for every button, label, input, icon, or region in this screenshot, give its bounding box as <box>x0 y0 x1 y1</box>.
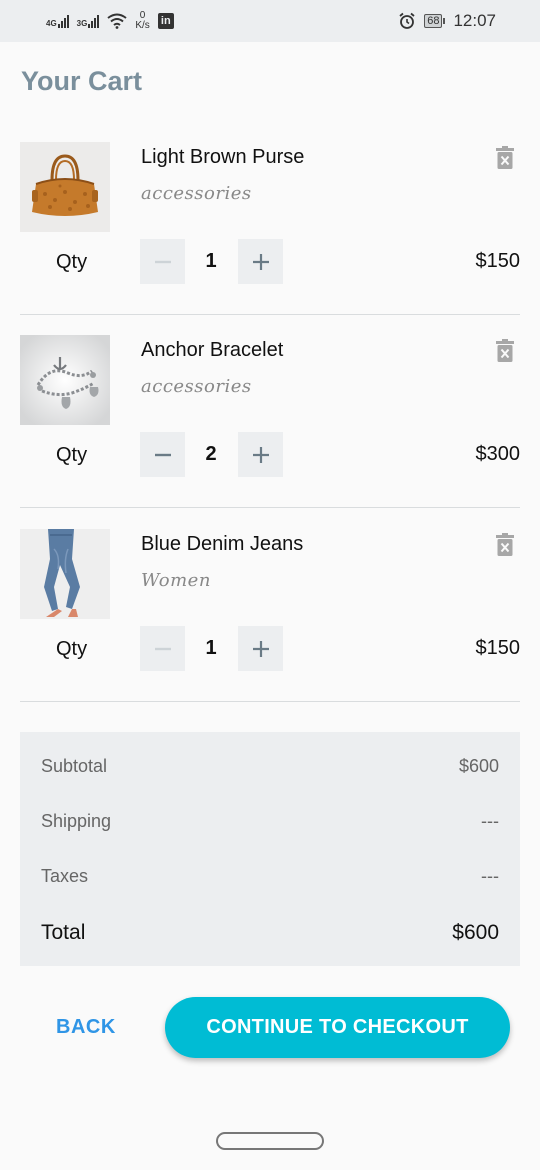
product-name[interactable]: Light Brown Purse <box>141 146 304 169</box>
divider <box>20 507 520 508</box>
shipping-value: --- <box>481 811 499 831</box>
speed-unit: K/s <box>135 20 150 31</box>
order-summary: Subtotal $600 Shipping --- Taxes --- Tot… <box>20 732 520 966</box>
linkedin-text: in <box>160 15 171 27</box>
shipping-label: Shipping <box>41 811 112 831</box>
qty-label: Qty <box>56 638 88 660</box>
alarm-icon <box>399 12 415 29</box>
subtotal-row: Subtotal $600 <box>41 756 499 777</box>
continue-to-checkout-button[interactable]: CONTINUE TO CHECKOUT <box>165 997 510 1058</box>
cart-item: Anchor Bracelet accessories Qty 2 $300 <box>20 335 520 529</box>
network-speed: 0 K/s <box>135 11 149 31</box>
product-category: accessories <box>141 376 252 397</box>
minus-icon <box>154 453 171 456</box>
subtotal-label: Subtotal <box>41 756 108 776</box>
taxes-row: Taxes --- <box>41 866 499 887</box>
increase-quantity-button[interactable] <box>238 432 283 477</box>
total-row: Total $600 <box>41 921 499 945</box>
taxes-value: --- <box>481 866 499 886</box>
network-type-1: 4G <box>46 19 57 28</box>
trash-icon[interactable] <box>496 533 514 557</box>
battery-level: 68 <box>424 14 443 28</box>
divider <box>20 701 520 702</box>
decrease-quantity-button[interactable] <box>140 626 185 671</box>
home-gesture-bar[interactable] <box>216 1132 324 1150</box>
item-price: $300 <box>475 443 521 465</box>
back-button[interactable]: BACK <box>56 1016 116 1039</box>
signal-3g-icon: 3G <box>77 14 100 28</box>
plus-icon <box>252 446 269 463</box>
product-category: accessories <box>141 183 252 204</box>
product-image-bracelet[interactable] <box>20 335 110 425</box>
minus-icon <box>154 647 171 650</box>
trash-icon[interactable] <box>496 146 514 170</box>
minus-icon <box>154 260 171 263</box>
quantity-value: 1 <box>205 637 217 659</box>
item-price: $150 <box>475 637 521 659</box>
page-title: Your Cart <box>21 66 143 96</box>
product-image-jeans[interactable] <box>20 529 110 619</box>
wifi-icon <box>107 13 127 29</box>
qty-label: Qty <box>56 251 88 273</box>
cart-item: Light Brown Purse accessories Qty 1 $150 <box>20 142 520 336</box>
total-label: Total <box>41 921 86 944</box>
total-value: $600 <box>452 921 499 944</box>
quantity-value: 1 <box>205 250 217 272</box>
taxes-label: Taxes <box>41 866 89 886</box>
navigation-bar <box>0 1112 540 1170</box>
linkedin-icon: in <box>157 13 174 29</box>
quantity-value: 2 <box>205 443 217 465</box>
product-category: Women <box>141 570 211 591</box>
decrease-quantity-button[interactable] <box>140 432 185 477</box>
trash-icon[interactable] <box>496 339 514 363</box>
product-image-purse[interactable] <box>20 142 110 232</box>
signal-4g-icon: 4G <box>46 14 69 28</box>
battery-icon: 68 <box>424 14 446 28</box>
product-name[interactable]: Blue Denim Jeans <box>141 533 303 556</box>
plus-icon <box>252 640 269 657</box>
network-type-2: 3G <box>76 19 88 28</box>
status-bar: 4G 3G 0 K/s in 68 12:07 <box>0 0 540 42</box>
status-left: 4G 3G 0 K/s in <box>46 11 174 31</box>
subtotal-value: $600 <box>458 756 499 776</box>
clock: 12:07 <box>453 11 496 30</box>
shipping-row: Shipping --- <box>41 811 499 832</box>
qty-label: Qty <box>56 444 88 466</box>
item-price: $150 <box>475 250 521 272</box>
decrease-quantity-button[interactable] <box>140 239 185 284</box>
increase-quantity-button[interactable] <box>238 626 283 671</box>
product-name[interactable]: Anchor Bracelet <box>141 339 283 362</box>
status-right: 68 12:07 <box>398 11 496 31</box>
increase-quantity-button[interactable] <box>238 239 283 284</box>
cart-item: Blue Denim Jeans Women Qty 1 $150 <box>20 529 520 723</box>
divider <box>20 314 520 315</box>
plus-icon <box>252 253 269 270</box>
